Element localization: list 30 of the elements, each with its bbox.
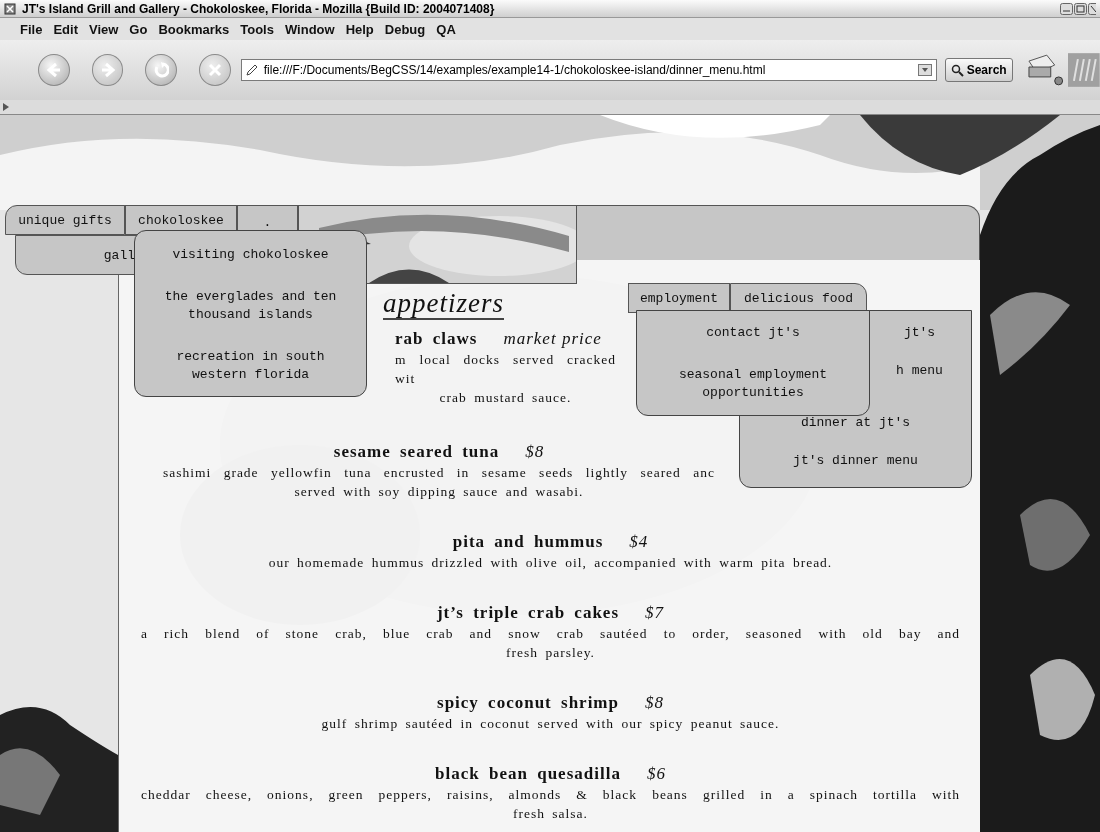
menu-item[interactable]: Bookmarks	[158, 21, 230, 37]
stop-icon	[207, 63, 222, 77]
menu-item[interactable]: QA	[436, 21, 456, 37]
menu-item[interactable]: File	[20, 21, 43, 37]
menu-item[interactable]: Edit	[53, 21, 78, 37]
stop-button[interactable]	[199, 54, 231, 86]
search-icon	[950, 63, 964, 77]
window-title: JT's Island Grill and Gallery - Chokoloskee, Florida - Mozilla {Build ID: 2004071408}	[22, 1, 495, 16]
menu-item[interactable]: Go	[129, 21, 148, 37]
left-arrow-icon	[45, 62, 62, 78]
forward-button[interactable]	[91, 54, 124, 86]
search-button[interactable]: Search	[944, 58, 1013, 82]
right-arrow-icon	[99, 62, 116, 78]
menu-item[interactable]: Tools	[240, 21, 274, 37]
url-field[interactable]: file:///F:/Documents/BegCSS/14/examples/example14-1/chokoloskee-island/dinner_menu.html	[240, 59, 937, 81]
back-button[interactable]	[38, 54, 70, 86]
minimize-icon[interactable]	[1060, 2, 1073, 15]
menu-item[interactable]: Window	[284, 21, 335, 37]
close-icon[interactable]	[1088, 2, 1096, 15]
menu-item[interactable]: View	[88, 21, 119, 37]
maximize-icon[interactable]	[1074, 2, 1087, 15]
menu-item[interactable]: Help	[345, 21, 374, 37]
throbber-logo-icon	[1068, 53, 1100, 87]
expand-icon[interactable]	[3, 103, 9, 111]
menu-item[interactable]: Debug	[384, 21, 426, 37]
reload-icon	[153, 62, 170, 78]
reload-button[interactable]	[145, 54, 178, 86]
dropdown-icon[interactable]	[917, 64, 932, 76]
pencil-icon	[245, 64, 258, 76]
app-icon	[4, 2, 16, 15]
